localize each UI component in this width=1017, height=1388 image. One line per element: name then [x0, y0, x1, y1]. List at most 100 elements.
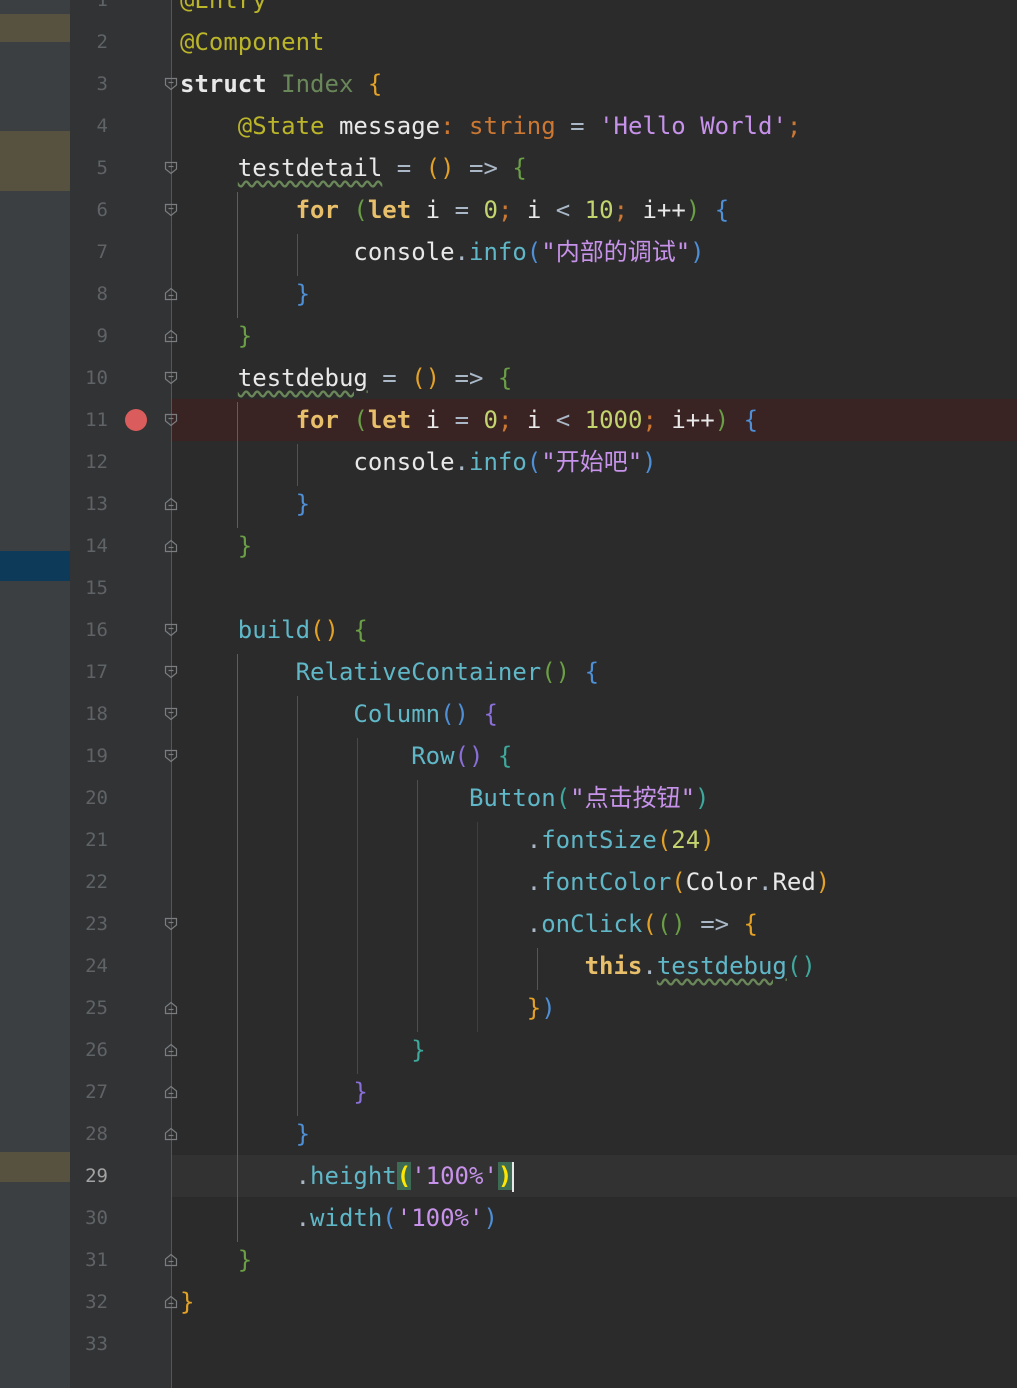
- code-line[interactable]: }: [180, 273, 310, 315]
- code-line[interactable]: .width('100%'): [180, 1197, 498, 1239]
- line-number[interactable]: 10: [70, 357, 108, 399]
- code-token: =: [454, 196, 470, 224]
- fold-open-icon[interactable]: [164, 413, 178, 427]
- code-line[interactable]: Button("点击按钮"): [180, 777, 710, 819]
- line-number[interactable]: 5: [70, 147, 108, 189]
- fold-close-icon[interactable]: [164, 329, 178, 343]
- code-line[interactable]: RelativeContainer() {: [180, 651, 599, 693]
- fold-close-icon[interactable]: [164, 497, 178, 511]
- fold-close-icon[interactable]: [164, 287, 178, 301]
- fold-close-icon[interactable]: [164, 1001, 178, 1015]
- code-line[interactable]: .onClick(() => {: [180, 903, 758, 945]
- code-line[interactable]: this.testdebug(): [180, 945, 816, 987]
- fold-open-icon[interactable]: [164, 623, 178, 637]
- code-token: .: [642, 952, 657, 980]
- line-number[interactable]: 26: [70, 1029, 108, 1071]
- fold-close-icon[interactable]: [164, 1253, 178, 1267]
- search-result-marker[interactable]: [0, 551, 70, 581]
- fold-close-icon[interactable]: [164, 1295, 178, 1309]
- line-number[interactable]: 20: [70, 777, 108, 819]
- line-number[interactable]: 3: [70, 63, 108, 105]
- line-number[interactable]: 1: [70, 0, 108, 21]
- code-line[interactable]: for (let i = 0; i < 10; i++) {: [180, 189, 730, 231]
- line-number[interactable]: 29: [70, 1155, 108, 1197]
- code-token: (: [353, 196, 368, 224]
- code-line[interactable]: }: [180, 315, 252, 357]
- change-marker[interactable]: [0, 131, 70, 191]
- code-line[interactable]: }): [180, 987, 556, 1029]
- fold-open-icon[interactable]: [164, 917, 178, 931]
- line-number[interactable]: 12: [70, 441, 108, 483]
- line-number[interactable]: 28: [70, 1113, 108, 1155]
- code-token: for: [295, 406, 339, 434]
- line-number[interactable]: 30: [70, 1197, 108, 1239]
- line-number[interactable]: 7: [70, 231, 108, 273]
- code-token: let: [367, 406, 412, 434]
- code-line[interactable]: console.info("内部的调试"): [180, 231, 704, 273]
- line-number[interactable]: 31: [70, 1239, 108, 1281]
- code-line[interactable]: }: [180, 1239, 252, 1281]
- code-token: (: [526, 448, 542, 476]
- line-number[interactable]: 23: [70, 903, 108, 945]
- line-number[interactable]: 33: [70, 1323, 108, 1365]
- line-number[interactable]: 6: [70, 189, 108, 231]
- code-line[interactable]: build() {: [180, 609, 368, 651]
- code-line[interactable]: }: [180, 1113, 310, 1155]
- line-number[interactable]: 19: [70, 735, 108, 777]
- fold-open-icon[interactable]: [164, 665, 178, 679]
- change-marker[interactable]: [0, 1152, 70, 1182]
- code-line[interactable]: .height('100%'): [180, 1155, 515, 1197]
- code-line[interactable]: }: [180, 1281, 194, 1323]
- fold-open-icon[interactable]: [164, 77, 178, 91]
- fold-open-icon[interactable]: [164, 707, 178, 721]
- line-number[interactable]: 16: [70, 609, 108, 651]
- code-token: console: [353, 448, 455, 476]
- code-line[interactable]: }: [180, 1071, 367, 1113]
- line-number[interactable]: 8: [70, 273, 108, 315]
- code-token: ): [815, 868, 831, 896]
- line-number[interactable]: 25: [70, 987, 108, 1029]
- fold-close-icon[interactable]: [164, 1085, 178, 1099]
- line-number[interactable]: 9: [70, 315, 108, 357]
- line-number[interactable]: 14: [70, 525, 108, 567]
- line-number[interactable]: 24: [70, 945, 108, 987]
- code-line[interactable]: console.info("开始吧"): [180, 441, 656, 483]
- line-number[interactable]: 2: [70, 21, 108, 63]
- line-number[interactable]: 4: [70, 105, 108, 147]
- line-number[interactable]: 27: [70, 1071, 108, 1113]
- breakpoint-icon[interactable]: [125, 409, 147, 431]
- code-line[interactable]: for (let i = 0; i < 1000; i++) {: [180, 399, 758, 441]
- fold-close-icon[interactable]: [164, 1043, 178, 1057]
- code-line[interactable]: testdebug = () => {: [180, 357, 513, 399]
- line-number[interactable]: 21: [70, 819, 108, 861]
- line-number[interactable]: 17: [70, 651, 108, 693]
- code-line[interactable]: }: [180, 1029, 425, 1071]
- code-line[interactable]: @Component: [180, 21, 325, 63]
- fold-open-icon[interactable]: [164, 371, 178, 385]
- code-line[interactable]: }: [180, 483, 310, 525]
- fold-close-icon[interactable]: [164, 539, 178, 553]
- code-line[interactable]: struct Index {: [180, 63, 382, 105]
- scrollbar-marker-strip[interactable]: [0, 0, 70, 1388]
- code-line[interactable]: .fontColor(Color.Red): [180, 861, 830, 903]
- code-line[interactable]: Column() {: [180, 693, 498, 735]
- fold-open-icon[interactable]: [164, 161, 178, 175]
- fold-close-icon[interactable]: [164, 1127, 178, 1141]
- code-line[interactable]: }: [180, 525, 252, 567]
- line-number[interactable]: 22: [70, 861, 108, 903]
- line-number[interactable]: 15: [70, 567, 108, 609]
- code-line[interactable]: @State message: string = 'Hello World';: [180, 105, 802, 147]
- line-number[interactable]: 11: [70, 399, 108, 441]
- code-line[interactable]: @Entry: [180, 0, 267, 21]
- line-number[interactable]: 18: [70, 693, 108, 735]
- fold-open-icon[interactable]: [164, 203, 178, 217]
- code-line[interactable]: .fontSize(24): [180, 819, 715, 861]
- code-line[interactable]: testdetail = () => {: [180, 147, 527, 189]
- code-line[interactable]: Row() {: [180, 735, 512, 777]
- change-marker[interactable]: [0, 14, 70, 42]
- fold-open-icon[interactable]: [164, 749, 178, 763]
- code-token: {: [743, 910, 758, 938]
- line-number[interactable]: 32: [70, 1281, 108, 1323]
- line-number[interactable]: 13: [70, 483, 108, 525]
